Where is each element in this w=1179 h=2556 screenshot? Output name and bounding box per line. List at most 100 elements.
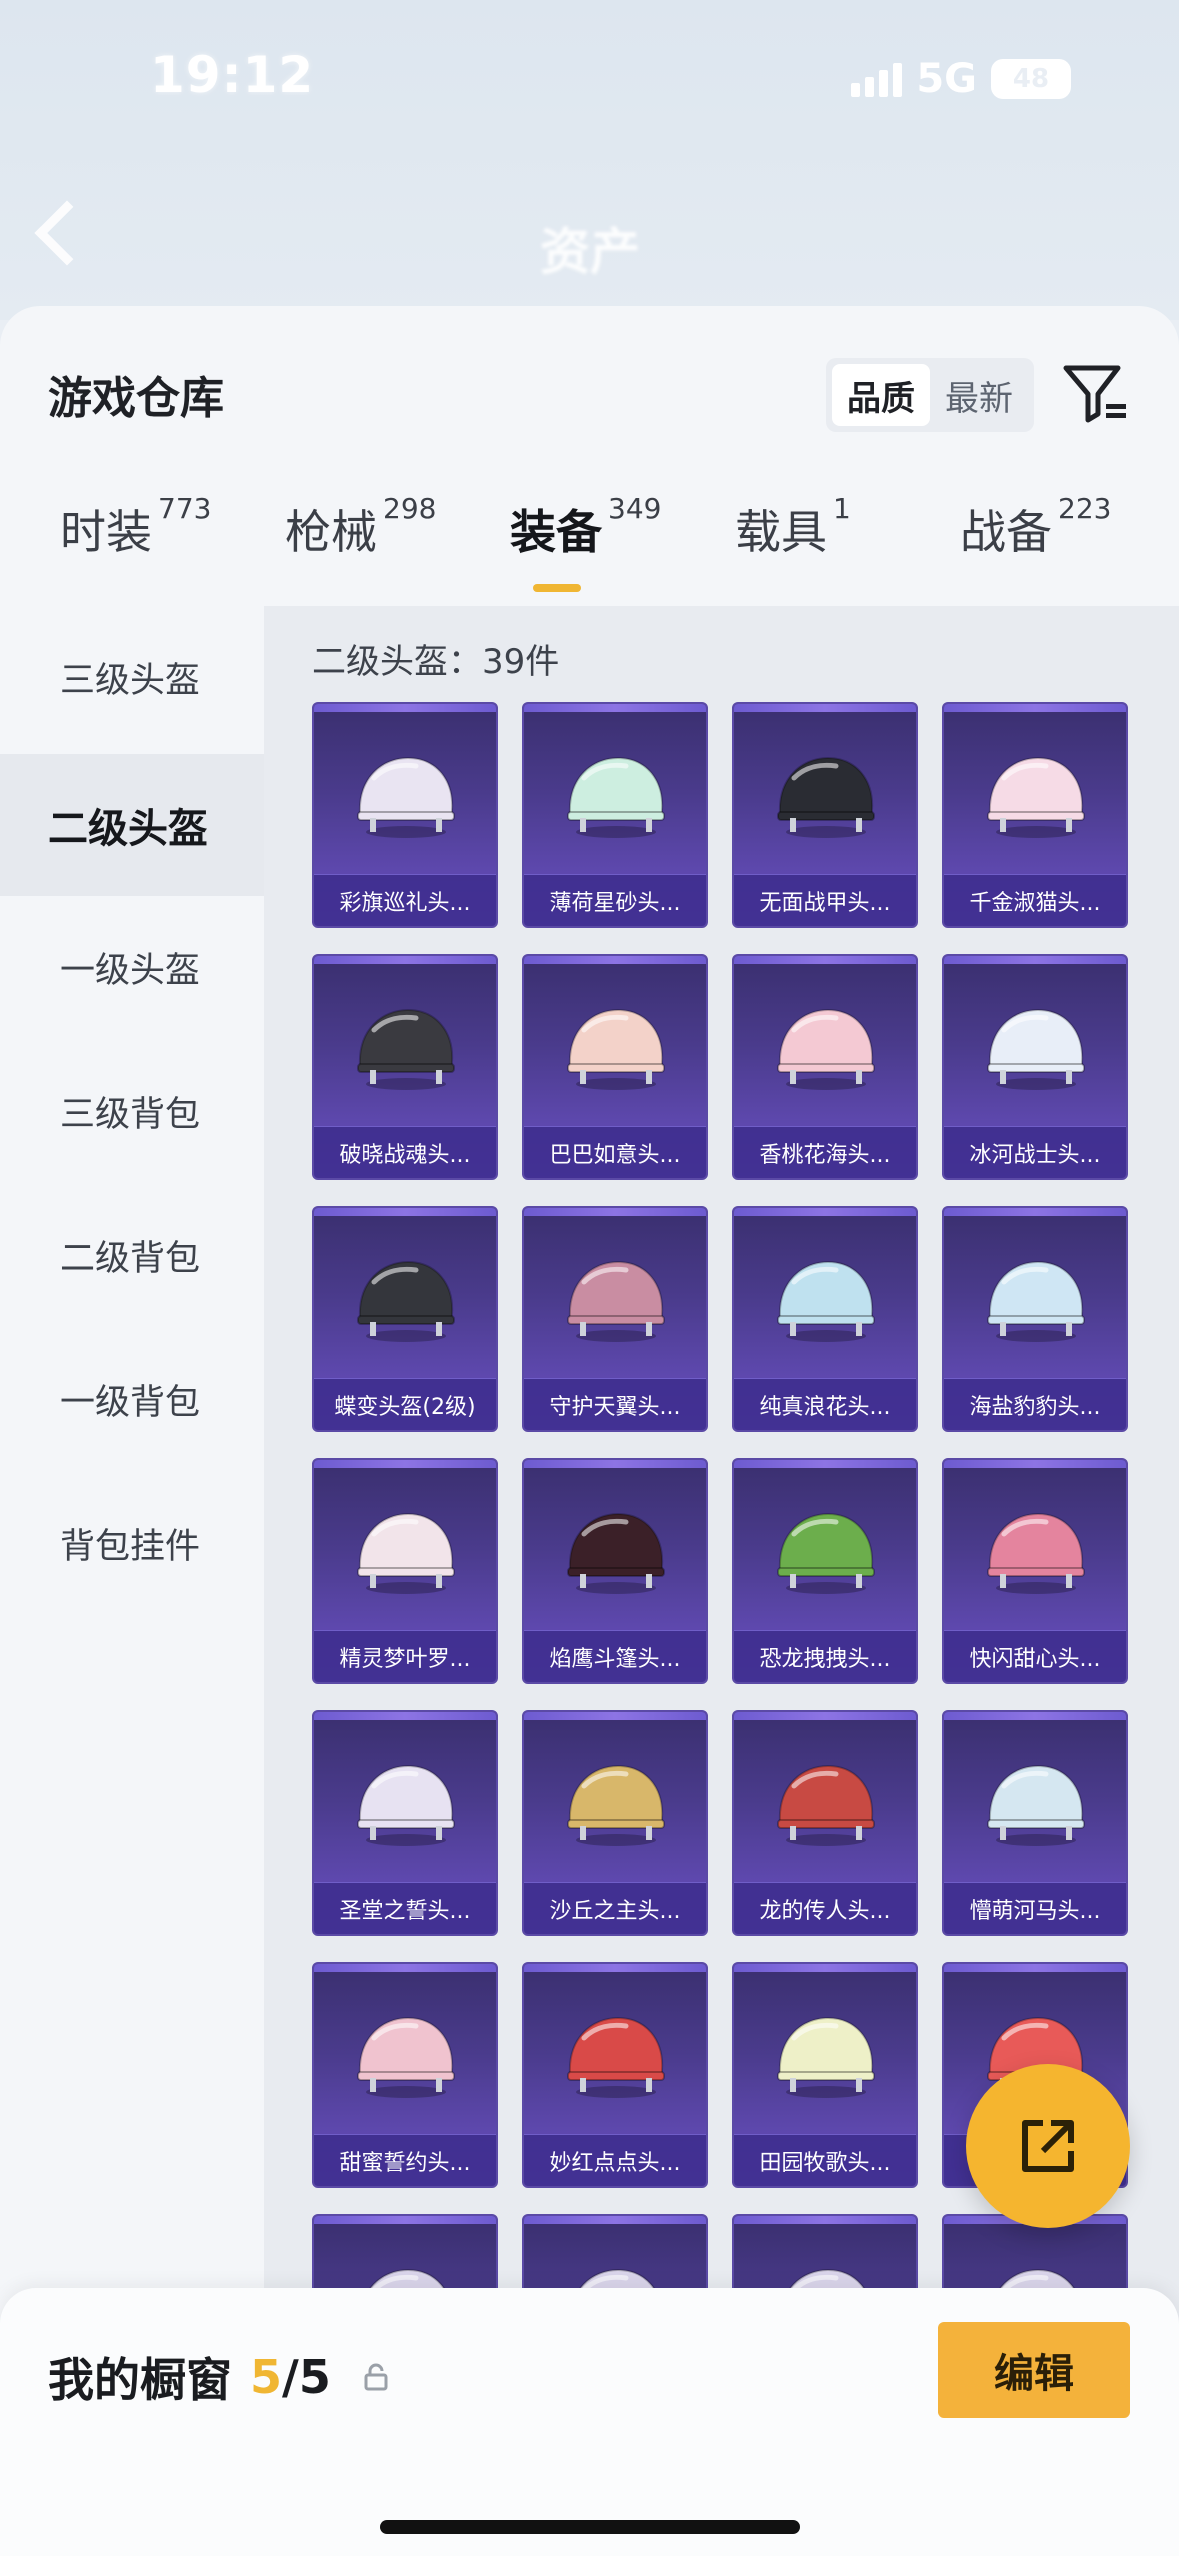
sidebar-item-level3-backpack[interactable]: 三级背包 xyxy=(0,1040,264,1182)
helmet-icon xyxy=(777,756,875,838)
helmet-icon xyxy=(777,1260,875,1342)
tab-count: 223 xyxy=(1058,492,1112,525)
item-name: 沙丘之主头... xyxy=(524,1882,706,1934)
showcase-label-group: 我的橱窗 5/5 xyxy=(48,2344,391,2410)
sort-option-newest[interactable]: 最新 xyxy=(930,364,1028,426)
item-name: 焰鹰斗篷头... xyxy=(524,1630,706,1682)
item-name: 蝶变头盔(2级) xyxy=(314,1378,496,1430)
item-card[interactable]: 冰河战士头... xyxy=(942,954,1128,1180)
item-name: 彩旗巡礼头... xyxy=(314,874,496,926)
sort-segmented-control: 品质 最新 xyxy=(826,358,1034,432)
item-card[interactable]: 纯真浪花头... xyxy=(732,1206,918,1432)
item-card[interactable]: 恐龙拽拽头... xyxy=(732,1458,918,1684)
network-type: 5G xyxy=(916,56,977,102)
showcase-total-count: /5 xyxy=(282,2350,331,2404)
category-tabs: 时装 773 枪械 298 装备 349 载具 1 战备 223 xyxy=(0,492,1179,606)
sidebar-item-level1-backpack[interactable]: 一级背包 xyxy=(0,1328,264,1470)
game-warehouse-sheet: 游戏仓库 品质 最新 时装 773 枪械 298 装备 349 载具 1 战备 xyxy=(0,306,1179,2556)
item-card[interactable]: 懵萌河马头... xyxy=(942,1710,1128,1936)
item-name: 快闪甜心头... xyxy=(944,1630,1126,1682)
status-time: 19:12 xyxy=(150,46,315,104)
tab-label: 时装 xyxy=(60,505,152,559)
helmet-icon xyxy=(567,2016,665,2098)
sidebar-item-level3-helmet[interactable]: 三级头盔 xyxy=(0,606,264,748)
battery-level: 48 xyxy=(1012,64,1050,94)
sidebar-item-level2-helmet[interactable]: 二级头盔 xyxy=(0,754,264,896)
helmet-icon xyxy=(777,1512,875,1594)
helmet-icon xyxy=(567,1008,665,1090)
tab-equipment[interactable]: 装备 349 xyxy=(510,492,661,562)
sort-option-quality[interactable]: 品质 xyxy=(832,364,930,426)
filter-icon[interactable] xyxy=(1060,358,1130,428)
tab-firearms[interactable]: 枪械 298 xyxy=(285,492,436,562)
item-card[interactable]: 无面战甲头... xyxy=(732,702,918,928)
item-count-label: 二级头盔：39件 xyxy=(312,642,560,682)
helmet-icon xyxy=(987,1260,1085,1342)
item-card[interactable]: 田园牧歌头... xyxy=(732,1962,918,2188)
showcase-used-count: 5 xyxy=(250,2350,283,2404)
edit-button[interactable]: 编辑 xyxy=(938,2322,1130,2418)
helmet-icon xyxy=(567,756,665,838)
helmet-icon xyxy=(987,1008,1085,1090)
item-card[interactable]: 千金淑猫头... xyxy=(942,702,1128,928)
item-card[interactable]: 精灵梦叶罗... xyxy=(312,1458,498,1684)
tab-fashion[interactable]: 时装 773 xyxy=(60,492,211,562)
sidebar-item-level2-backpack[interactable]: 二级背包 xyxy=(0,1184,264,1326)
helmet-icon xyxy=(357,2016,455,2098)
helmet-icon xyxy=(987,1764,1085,1846)
share-button[interactable] xyxy=(966,2064,1130,2228)
item-card[interactable]: 沙丘之主头... xyxy=(522,1710,708,1936)
sidebar-item-level1-helmet[interactable]: 一级头盔 xyxy=(0,896,264,1038)
helmet-icon xyxy=(567,1512,665,1594)
item-card[interactable]: 彩旗巡礼头... xyxy=(312,702,498,928)
item-card[interactable]: 香桃花海头... xyxy=(732,954,918,1180)
item-name: 圣堂之誓头... xyxy=(314,1882,496,1934)
item-card[interactable]: 焰鹰斗篷头... xyxy=(522,1458,708,1684)
item-card[interactable]: 守护天翼头... xyxy=(522,1206,708,1432)
item-name: 甜蜜誓约头... xyxy=(314,2134,496,2186)
item-name: 海盐豹豹头... xyxy=(944,1378,1126,1430)
tab-vehicles[interactable]: 载具 1 xyxy=(735,492,851,562)
active-tab-indicator xyxy=(533,584,581,592)
helmet-icon xyxy=(987,756,1085,838)
helmet-icon xyxy=(357,1764,455,1846)
tab-label: 载具 xyxy=(735,505,827,559)
item-grid-area: 二级头盔：39件 彩旗巡礼头... 薄荷星砂头... 无面战甲头... 千金淑猫头..… xyxy=(264,606,1179,2556)
item-card[interactable]: 薄荷星砂头... xyxy=(522,702,708,928)
background-page-title: 资产 xyxy=(540,223,640,281)
item-name: 破晓战魂头... xyxy=(314,1126,496,1178)
item-name: 恐龙拽拽头... xyxy=(734,1630,916,1682)
helmet-icon xyxy=(567,1764,665,1846)
item-card[interactable]: 甜蜜誓约头... xyxy=(312,1962,498,2188)
item-card[interactable]: 海盐豹豹头... xyxy=(942,1206,1128,1432)
item-name: 田园牧歌头... xyxy=(734,2134,916,2186)
item-name: 精灵梦叶罗... xyxy=(314,1630,496,1682)
helmet-icon xyxy=(777,2016,875,2098)
helmet-icon xyxy=(987,1512,1085,1594)
item-card[interactable]: 巴巴如意头... xyxy=(522,954,708,1180)
item-name: 纯真浪花头... xyxy=(734,1378,916,1430)
item-name: 懵萌河马头... xyxy=(944,1882,1126,1934)
tab-label: 枪械 xyxy=(285,505,377,559)
helmet-icon xyxy=(357,1512,455,1594)
tab-count: 298 xyxy=(383,492,437,525)
tab-label: 装备 xyxy=(510,505,602,559)
item-card[interactable]: 龙的传人头... xyxy=(732,1710,918,1936)
item-card[interactable]: 蝶变头盔(2级) xyxy=(312,1206,498,1432)
sidebar-item-backpack-charm[interactable]: 背包挂件 xyxy=(0,1472,264,1614)
item-card[interactable]: 破晓战魂头... xyxy=(312,954,498,1180)
item-name: 龙的传人头... xyxy=(734,1882,916,1934)
back-icon[interactable] xyxy=(34,200,100,266)
item-card[interactable]: 妙红点点头... xyxy=(522,1962,708,2188)
home-indicator xyxy=(380,2520,800,2534)
background-page: 19:12 5G 48 资产 xyxy=(0,0,1179,320)
share-icon xyxy=(1022,2120,1074,2172)
lock-icon[interactable] xyxy=(361,2362,391,2392)
signal-icon xyxy=(851,61,903,97)
item-name: 无面战甲头... xyxy=(734,874,916,926)
helmet-icon xyxy=(777,1764,875,1846)
tab-count: 349 xyxy=(608,492,662,525)
item-card[interactable]: 圣堂之誓头... xyxy=(312,1710,498,1936)
tab-combat-gear[interactable]: 战备 223 xyxy=(960,492,1111,562)
item-card[interactable]: 快闪甜心头... xyxy=(942,1458,1128,1684)
